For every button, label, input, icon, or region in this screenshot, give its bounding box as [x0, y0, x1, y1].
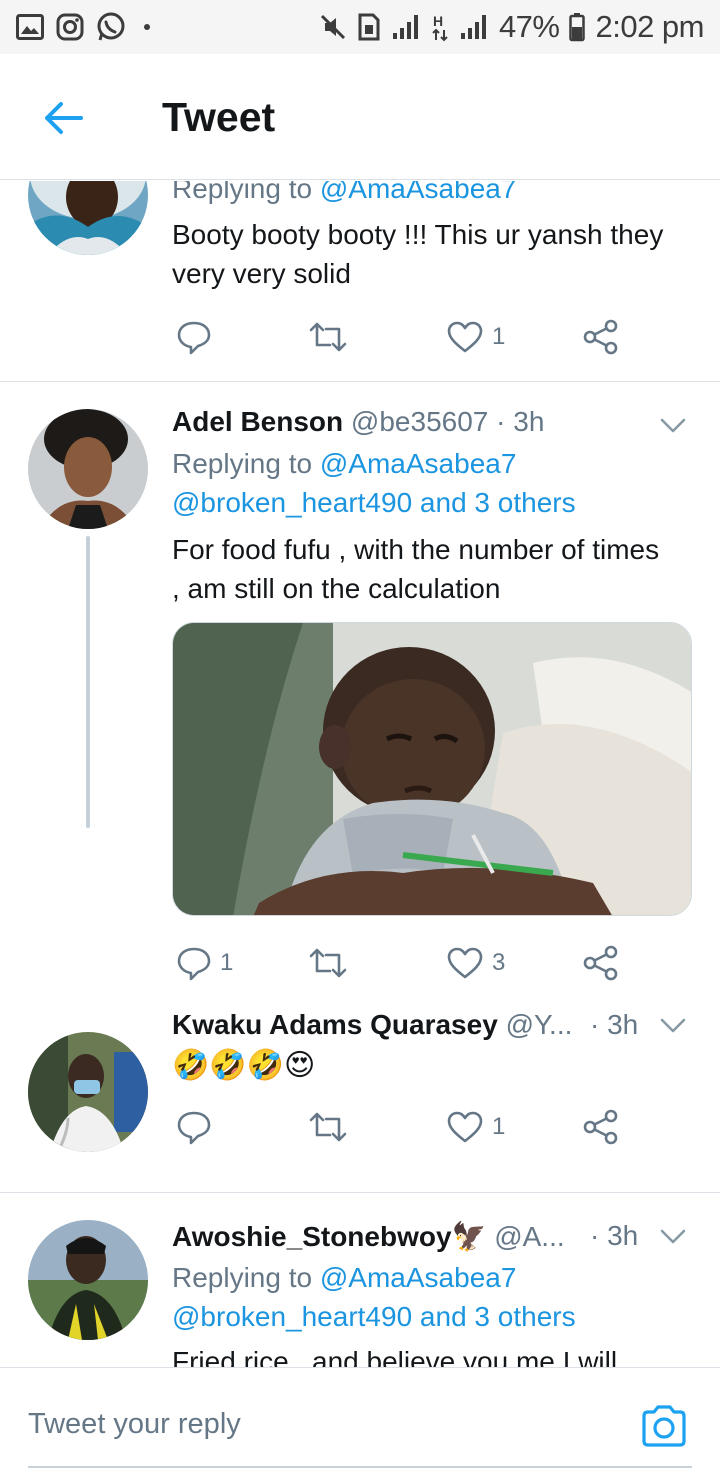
battery-percent: 47%	[498, 9, 560, 44]
heart-icon	[447, 1111, 483, 1143]
replying-to: Replying to @AmaAsabea7	[172, 448, 517, 479]
top-app-bar: Tweet	[0, 54, 720, 180]
whatsapp-icon	[96, 12, 126, 42]
clock: 2:02 pm	[595, 9, 704, 44]
tweet-media-image[interactable]	[172, 622, 692, 916]
reply-to-others-link[interactable]: @broken_heart490 and 3 others	[172, 487, 576, 518]
tweet-author-line: Kwaku Adams Quarasey @Y...	[172, 1009, 572, 1041]
tweet-author-line: Awoshie_Stonebwoy🦅 @A...	[172, 1220, 565, 1253]
replying-to: Replying to @AmaAsabea7	[172, 181, 516, 205]
tweet-actions: 1 3	[172, 943, 642, 983]
reply-button[interactable]: 1	[176, 943, 233, 983]
reply-composer: Tweet your reply	[0, 1367, 720, 1480]
reply-button[interactable]	[176, 317, 212, 357]
retweet-button[interactable]	[308, 317, 348, 357]
tweet-text: Fried rice , and believe you me I will	[172, 1346, 618, 1367]
tweet-card[interactable]: Replying to @AmaAsabea7 Booty booty boot…	[0, 181, 720, 381]
reply-button[interactable]	[176, 1107, 212, 1147]
signal-icon	[459, 13, 489, 41]
reply-icon	[177, 947, 211, 981]
share-button[interactable]	[582, 317, 620, 357]
reply-count: 1	[220, 949, 234, 976]
heart-icon	[447, 321, 483, 353]
avatar[interactable]	[28, 409, 148, 529]
author-name[interactable]: Awoshie_Stonebwoy🦅	[172, 1221, 486, 1252]
tweet-text: For food fufu , with the number of times…	[172, 534, 660, 604]
arrow-left-icon	[45, 102, 83, 134]
tweet-time: · 3h	[496, 406, 545, 437]
avatar[interactable]	[28, 1220, 148, 1340]
page-title: Tweet	[162, 94, 276, 140]
share-button[interactable]	[582, 943, 620, 983]
instagram-icon	[56, 13, 84, 41]
tweet-feed[interactable]: Replying to @AmaAsabea7 Booty booty boot…	[0, 181, 720, 1367]
author-name[interactable]: Kwaku Adams Quarasey	[172, 1009, 498, 1040]
retweet-icon	[309, 322, 347, 352]
tweet-time: · 3h	[590, 1009, 639, 1040]
share-icon	[583, 945, 618, 981]
status-right: H 47% 2:02 pm	[319, 9, 704, 45]
tweet-text: Booty booty booty !!! This ur yansh they…	[172, 219, 664, 289]
data-h-icon: H	[431, 12, 449, 42]
avatar[interactable]	[28, 1032, 148, 1152]
chevron-down-icon[interactable]	[660, 1229, 686, 1245]
like-button[interactable]: 1	[446, 317, 505, 357]
chevron-down-icon[interactable]	[660, 1018, 686, 1034]
like-button[interactable]: 3	[446, 943, 505, 983]
author-name[interactable]: Adel Benson	[172, 406, 343, 437]
tweet-text: 🤣🤣🤣😍	[172, 1049, 316, 1082]
signal-icon	[391, 13, 421, 41]
chevron-down-icon[interactable]	[660, 418, 686, 434]
battery-icon	[569, 12, 586, 42]
tweet-card[interactable]: Kwaku Adams Quarasey @Y... · 3h 🤣🤣🤣😍 1	[0, 1009, 720, 1192]
tweet-actions: 1	[172, 1107, 642, 1147]
gallery-icon	[16, 14, 44, 40]
like-count: 1	[492, 1113, 506, 1140]
status-left	[16, 12, 150, 42]
retweet-button[interactable]	[308, 943, 348, 983]
replying-to: Replying to @AmaAsabea7	[172, 1262, 517, 1293]
input-underline	[28, 1466, 692, 1468]
reply-icon	[177, 1111, 211, 1145]
tweet-time: · 3h	[590, 1220, 639, 1251]
heart-icon	[447, 947, 483, 979]
status-bar: H 47% 2:02 pm	[0, 0, 720, 54]
tweet-author-line: Adel Benson @be35607 · 3h	[172, 406, 544, 438]
reply-icon	[177, 321, 211, 355]
retweet-button[interactable]	[308, 1107, 348, 1147]
like-button[interactable]: 1	[446, 1107, 505, 1147]
author-handle[interactable]: @be35607	[351, 406, 488, 437]
retweet-icon	[309, 948, 347, 978]
reply-to-others-link[interactable]: @broken_heart490 and 3 others	[172, 1301, 576, 1332]
retweet-icon	[309, 1112, 347, 1142]
reply-to-handle-link[interactable]: @AmaAsabea7	[320, 181, 517, 204]
share-button[interactable]	[582, 1107, 620, 1147]
camera-icon	[642, 1405, 686, 1447]
tweet-card[interactable]: Awoshie_Stonebwoy🦅 @A... · 3h Replying t…	[0, 1193, 720, 1367]
tweet-card[interactable]: Adel Benson @be35607 · 3h Replying to @A…	[0, 382, 720, 1012]
like-count: 3	[492, 949, 506, 976]
back-button[interactable]	[42, 98, 84, 138]
like-count: 1	[492, 323, 506, 350]
camera-button[interactable]	[640, 1404, 688, 1448]
avatar[interactable]	[28, 181, 148, 255]
thread-line	[86, 536, 90, 828]
author-handle[interactable]: @Y...	[506, 1009, 573, 1040]
replying-to-others: @broken_heart490 and 3 others	[172, 487, 576, 519]
reply-to-handle-link[interactable]: @AmaAsabea7	[320, 1262, 517, 1293]
share-icon	[583, 1109, 618, 1145]
sim-icon	[357, 13, 381, 41]
reply-input[interactable]: Tweet your reply	[28, 1408, 241, 1441]
author-handle[interactable]: @A...	[494, 1221, 564, 1252]
tweet-actions: 1	[172, 317, 642, 357]
share-icon	[583, 319, 618, 355]
notification-dot	[144, 24, 150, 30]
replying-to-others: @broken_heart490 and 3 others	[172, 1301, 576, 1333]
svg-text:H: H	[433, 13, 443, 29]
mute-icon	[319, 13, 347, 41]
reply-to-handle-link[interactable]: @AmaAsabea7	[320, 448, 517, 479]
